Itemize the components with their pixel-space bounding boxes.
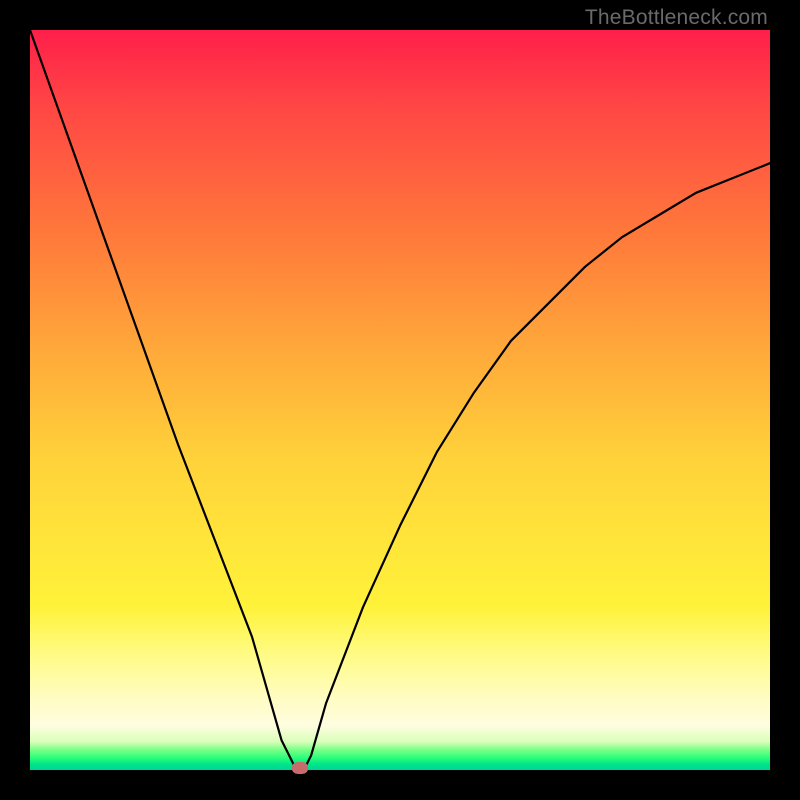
optimum-marker (292, 762, 308, 774)
chart-frame: TheBottleneck.com (0, 0, 800, 800)
plot-area (30, 30, 770, 770)
bottleneck-curve (30, 30, 770, 770)
watermark-text: TheBottleneck.com (585, 6, 768, 30)
